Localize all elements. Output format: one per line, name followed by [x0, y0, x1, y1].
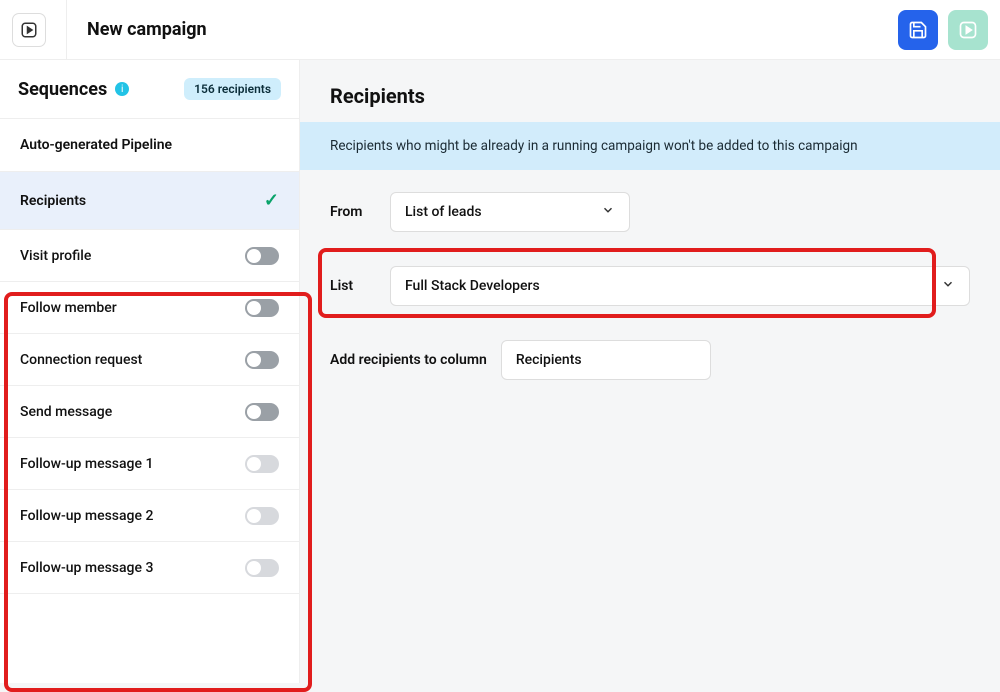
toggle-follow-member[interactable]: [245, 299, 279, 317]
sequence-item-followup-2[interactable]: Follow-up message 2: [0, 490, 299, 542]
sequence-label: Visit profile: [20, 248, 91, 264]
page-title: New campaign: [87, 19, 207, 40]
toggle-followup-1[interactable]: [245, 455, 279, 473]
from-select[interactable]: List of leads: [390, 192, 630, 232]
column-label: Add recipients to column: [330, 352, 487, 368]
list-row: List Full Stack Developers: [330, 266, 970, 306]
recipients-form: From List of leads List Full Stack Devel…: [300, 170, 1000, 402]
column-value: Recipients: [516, 352, 582, 368]
column-row: Add recipients to column Recipients: [330, 340, 970, 380]
chevron-down-icon: [941, 277, 955, 295]
sequence-label: Send message: [20, 404, 112, 420]
sequence-label: Follow-up message 1: [20, 456, 153, 472]
sequence-label: Follow-up message 3: [20, 560, 153, 576]
sequence-list: Visit profile Follow member Connection r…: [0, 230, 299, 594]
app-logo[interactable]: [12, 13, 46, 47]
toggle-visit-profile[interactable]: [245, 247, 279, 265]
sidebar-item-recipients[interactable]: Recipients ✓: [0, 172, 299, 230]
toggle-followup-3[interactable]: [245, 559, 279, 577]
sidebar-title: Sequences: [18, 79, 107, 100]
sequence-item-send-message[interactable]: Send message: [0, 386, 299, 438]
sequence-label: Follow-up message 2: [20, 508, 153, 524]
list-select[interactable]: Full Stack Developers: [390, 266, 970, 306]
from-value: List of leads: [405, 204, 482, 220]
from-label: From: [330, 204, 374, 220]
sequence-item-visit-profile[interactable]: Visit profile: [0, 230, 299, 282]
recipients-badge: 156 recipients: [184, 78, 281, 100]
main-content: Recipients Recipients who might be alrea…: [300, 60, 1000, 683]
column-input[interactable]: Recipients: [501, 340, 711, 380]
toggle-followup-2[interactable]: [245, 507, 279, 525]
main-title: Recipients: [300, 60, 1000, 122]
chevron-down-icon: [601, 203, 615, 221]
save-icon: [908, 20, 928, 40]
list-value: Full Stack Developers: [405, 278, 540, 294]
toggle-connection-request[interactable]: [245, 351, 279, 369]
sidebar-item-pipeline[interactable]: Auto-generated Pipeline: [0, 119, 299, 172]
sequence-item-follow-member[interactable]: Follow member: [0, 282, 299, 334]
topbar: New campaign: [0, 0, 1000, 60]
sidebar: Sequences i 156 recipients Auto-generate…: [0, 60, 300, 683]
run-button[interactable]: [948, 10, 988, 50]
save-button[interactable]: [898, 10, 938, 50]
divider: [66, 0, 67, 60]
sequence-item-followup-1[interactable]: Follow-up message 1: [0, 438, 299, 490]
info-icon[interactable]: i: [115, 82, 129, 96]
play-square-icon: [20, 21, 38, 39]
play-square-icon: [958, 20, 978, 40]
checkmark-icon: ✓: [264, 190, 279, 211]
list-label: List: [330, 278, 374, 294]
info-banner: Recipients who might be already in a run…: [300, 122, 1000, 170]
sequence-label: Follow member: [20, 300, 117, 316]
sequence-item-followup-3[interactable]: Follow-up message 3: [0, 542, 299, 594]
toggle-send-message[interactable]: [245, 403, 279, 421]
sequence-label: Connection request: [20, 352, 142, 368]
recipients-label: Recipients: [20, 193, 86, 209]
sidebar-header: Sequences i 156 recipients: [0, 60, 299, 119]
sequence-item-connection-request[interactable]: Connection request: [0, 334, 299, 386]
from-row: From List of leads: [330, 192, 970, 232]
